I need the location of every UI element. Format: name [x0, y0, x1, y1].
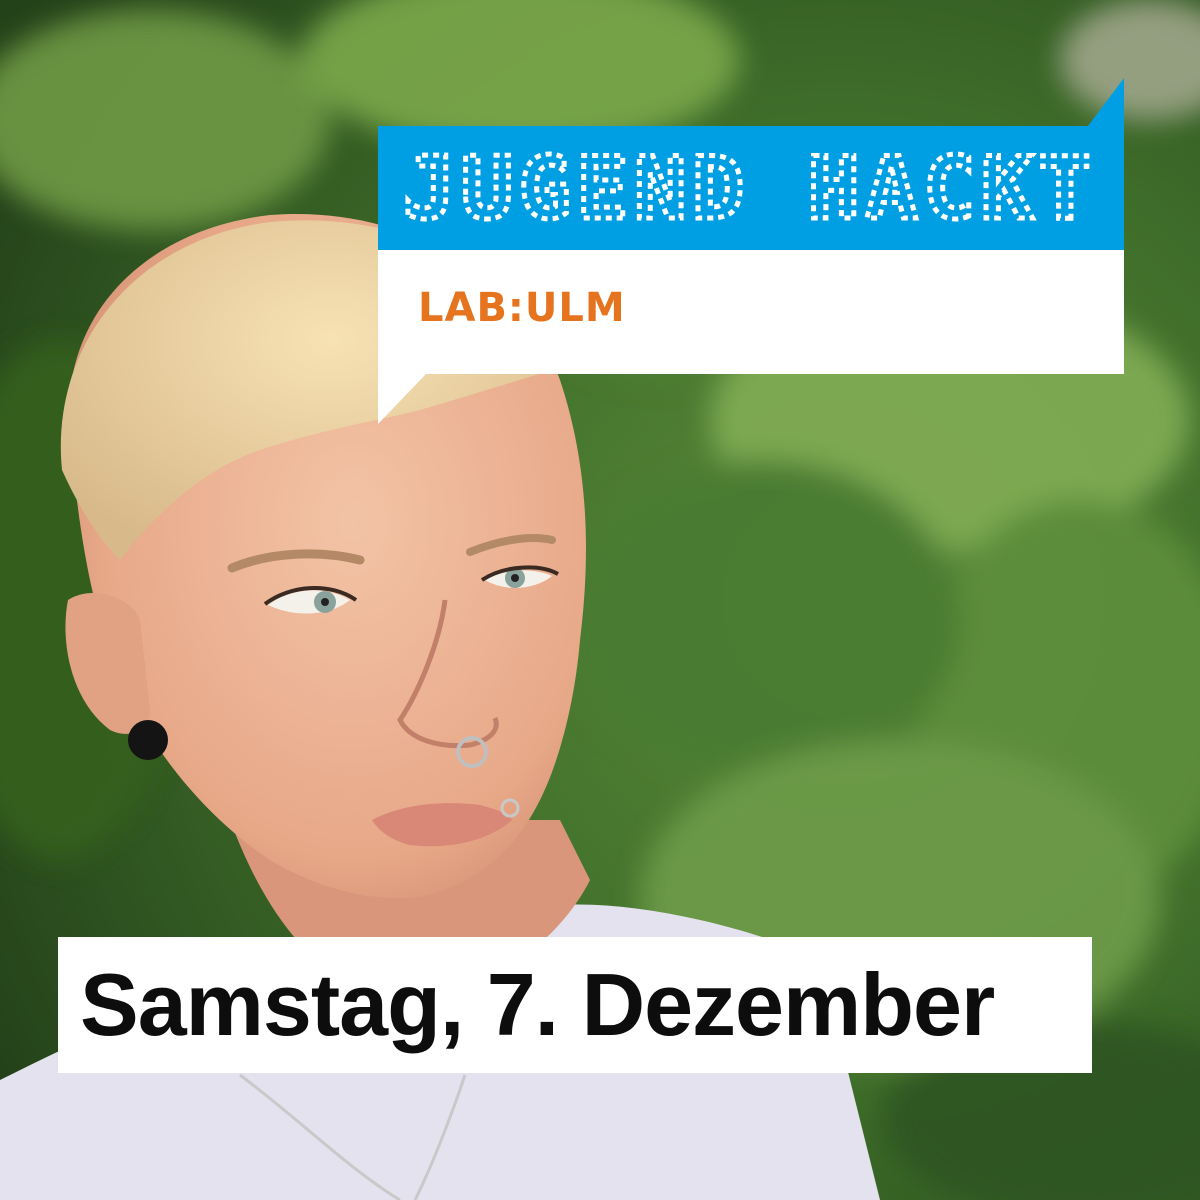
logo-subtitle: LAB:ULM — [418, 285, 626, 331]
event-date: Samstag, 7. Dezember — [80, 955, 995, 1054]
logo-title: JUGEND HACKT — [403, 139, 1096, 239]
speech-bubble-shape: JUGEND HACKT — [378, 78, 1124, 424]
logo-bottom-band — [378, 250, 1124, 424]
jugend-hackt-logo: JUGEND HACKT — [378, 78, 1124, 424]
date-banner: Samstag, 7. Dezember — [58, 937, 1092, 1073]
